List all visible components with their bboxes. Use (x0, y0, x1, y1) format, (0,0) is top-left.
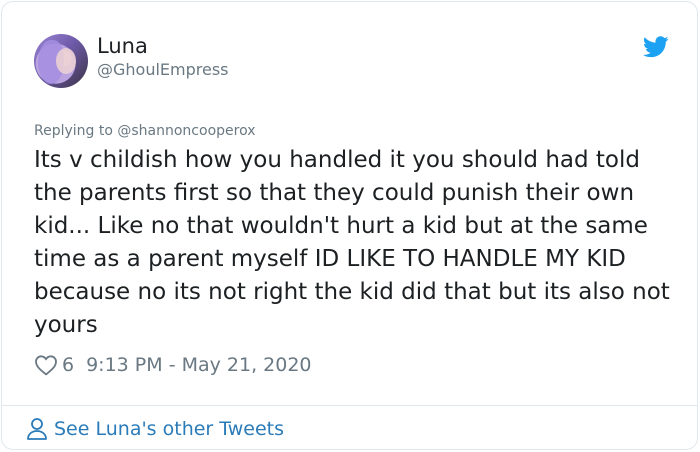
divider (2, 405, 697, 406)
heart-icon[interactable] (34, 354, 58, 376)
replying-to-line[interactable]: Replying to @shannoncooperox (34, 121, 256, 141)
user-handle[interactable]: @GhoulEmpress (97, 59, 229, 81)
see-other-tweets-label[interactable]: See Luna's other Tweets (54, 418, 284, 440)
see-other-tweets-link[interactable]: See Luna's other Tweets (26, 416, 284, 442)
person-icon (27, 418, 47, 440)
display-name[interactable]: Luna (97, 33, 148, 59)
twitter-bird-icon[interactable] (643, 36, 669, 58)
tweet-card: Luna @GhoulEmpress Replying to @shannonc… (1, 1, 698, 450)
avatar-face (56, 48, 76, 74)
timestamp[interactable]: 9:13 PM - May 21, 2020 (86, 354, 311, 376)
avatar[interactable] (34, 34, 88, 88)
tweet-meta: 6 9:13 PM - May 21, 2020 (34, 352, 312, 378)
like-count[interactable]: 6 (62, 354, 74, 376)
tweet-text: Its v childish how you handled it you sh… (34, 147, 670, 338)
